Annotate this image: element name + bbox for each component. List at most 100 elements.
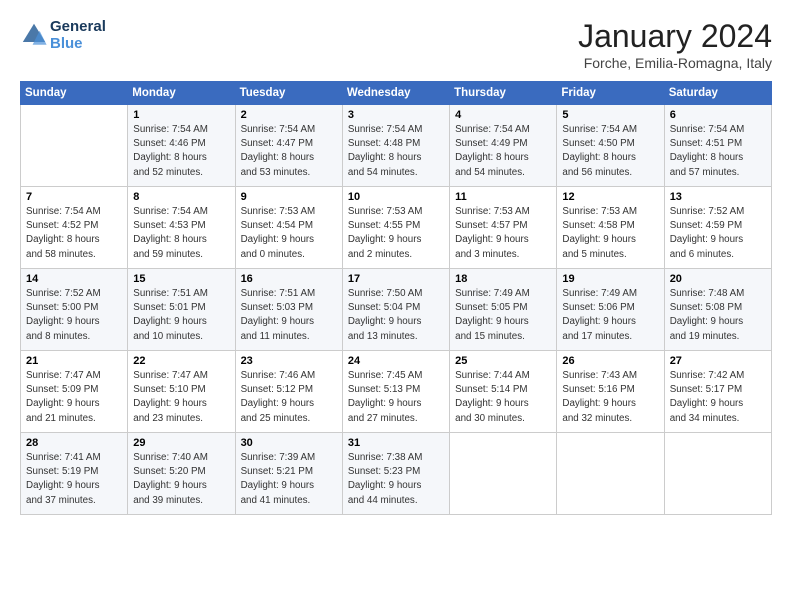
col-saturday: Saturday [664, 82, 771, 105]
day-cell: 20Sunrise: 7:48 AM Sunset: 5:08 PM Dayli… [664, 269, 771, 351]
day-cell: 29 Sunrise: 7:40 AM Sunset: 5:20 PM Dayli… [128, 433, 235, 515]
day-number: 8 [133, 191, 229, 203]
day-number: 13 [670, 191, 766, 203]
day-info: Sunrise: 7:38 AM Sunset: 5:23 PM Dayligh… [348, 451, 444, 508]
day-number: 1 [133, 109, 229, 121]
day-info: Sunrise: 7:39 AM Sunset: 5:21 PM Dayligh… [241, 451, 337, 508]
day-info: Sunrise: 7:53 AM Sunset: 4:55 PM Dayligh… [348, 205, 444, 262]
day-cell: 10 Sunrise: 7:53 AM Sunset: 4:55 PM Dayli… [342, 187, 449, 269]
col-sunday: Sunday [21, 82, 128, 105]
week-row-2: 14Sunrise: 7:52 AM Sunset: 5:00 PM Dayli… [21, 269, 772, 351]
day-cell [664, 433, 771, 515]
day-cell [21, 105, 128, 187]
day-number: 30 [241, 437, 337, 449]
day-cell: 26Sunrise: 7:43 AM Sunset: 5:16 PM Dayli… [557, 351, 664, 433]
day-number: 22 [133, 355, 229, 367]
header-row: Sunday Monday Tuesday Wednesday Thursday… [21, 82, 772, 105]
day-cell: 5 Sunrise: 7:54 AM Sunset: 4:50 PM Daylig… [557, 105, 664, 187]
day-number: 11 [455, 191, 551, 203]
day-info: Sunrise: 7:49 AM Sunset: 5:06 PM Dayligh… [562, 287, 658, 344]
day-info: Sunrise: 7:45 AM Sunset: 5:13 PM Dayligh… [348, 369, 444, 426]
day-cell: 17 Sunrise: 7:50 AM Sunset: 5:04 PM Dayli… [342, 269, 449, 351]
day-number: 5 [562, 109, 658, 121]
day-number: 20 [670, 273, 766, 285]
day-info: Sunrise: 7:54 AM Sunset: 4:49 PM Dayligh… [455, 123, 551, 180]
col-wednesday: Wednesday [342, 82, 449, 105]
calendar-body: 1 Sunrise: 7:54 AM Sunset: 4:46 PM Daylig… [21, 105, 772, 515]
day-cell: 9Sunrise: 7:53 AM Sunset: 4:54 PM Daylig… [235, 187, 342, 269]
day-cell: 18Sunrise: 7:49 AM Sunset: 5:05 PM Dayli… [450, 269, 557, 351]
day-info: Sunrise: 7:40 AM Sunset: 5:20 PM Dayligh… [133, 451, 229, 508]
day-info: Sunrise: 7:43 AM Sunset: 5:16 PM Dayligh… [562, 369, 658, 426]
col-friday: Friday [557, 82, 664, 105]
logo-text: General Blue [50, 18, 106, 52]
day-cell: 12 Sunrise: 7:53 AM Sunset: 4:58 PM Dayli… [557, 187, 664, 269]
day-number: 23 [241, 355, 337, 367]
day-number: 16 [241, 273, 337, 285]
day-number: 7 [26, 191, 122, 203]
day-info: Sunrise: 7:53 AM Sunset: 4:57 PM Dayligh… [455, 205, 551, 262]
location: Forche, Emilia-Romagna, Italy [578, 55, 772, 71]
day-cell: 2 Sunrise: 7:54 AM Sunset: 4:47 PM Daylig… [235, 105, 342, 187]
day-cell: 30 Sunrise: 7:39 AM Sunset: 5:21 PM Dayli… [235, 433, 342, 515]
day-cell: 13Sunrise: 7:52 AM Sunset: 4:59 PM Dayli… [664, 187, 771, 269]
day-info: Sunrise: 7:47 AM Sunset: 5:09 PM Dayligh… [26, 369, 122, 426]
day-cell: 7 Sunrise: 7:54 AM Sunset: 4:52 PM Daylig… [21, 187, 128, 269]
day-cell: 21 Sunrise: 7:47 AM Sunset: 5:09 PM Dayli… [21, 351, 128, 433]
day-info: Sunrise: 7:49 AM Sunset: 5:05 PM Dayligh… [455, 287, 551, 344]
day-cell: 4Sunrise: 7:54 AM Sunset: 4:49 PM Daylig… [450, 105, 557, 187]
day-cell: 11 Sunrise: 7:53 AM Sunset: 4:57 PM Dayli… [450, 187, 557, 269]
day-info: Sunrise: 7:50 AM Sunset: 5:04 PM Dayligh… [348, 287, 444, 344]
day-cell: 27 Sunrise: 7:42 AM Sunset: 5:17 PM Dayli… [664, 351, 771, 433]
day-cell [557, 433, 664, 515]
calendar-table: Sunday Monday Tuesday Wednesday Thursday… [20, 81, 772, 515]
day-number: 10 [348, 191, 444, 203]
col-thursday: Thursday [450, 82, 557, 105]
day-info: Sunrise: 7:54 AM Sunset: 4:50 PM Dayligh… [562, 123, 658, 180]
title-block: January 2024 Forche, Emilia-Romagna, Ita… [578, 18, 772, 71]
day-number: 27 [670, 355, 766, 367]
week-row-0: 1 Sunrise: 7:54 AM Sunset: 4:46 PM Daylig… [21, 105, 772, 187]
col-tuesday: Tuesday [235, 82, 342, 105]
week-row-4: 28Sunrise: 7:41 AM Sunset: 5:19 PM Dayli… [21, 433, 772, 515]
day-info: Sunrise: 7:42 AM Sunset: 5:17 PM Dayligh… [670, 369, 766, 426]
day-info: Sunrise: 7:54 AM Sunset: 4:52 PM Dayligh… [26, 205, 122, 262]
day-info: Sunrise: 7:54 AM Sunset: 4:53 PM Dayligh… [133, 205, 229, 262]
day-number: 25 [455, 355, 551, 367]
logo: General Blue [20, 18, 106, 52]
day-info: Sunrise: 7:53 AM Sunset: 4:54 PM Dayligh… [241, 205, 337, 262]
day-cell: 23Sunrise: 7:46 AM Sunset: 5:12 PM Dayli… [235, 351, 342, 433]
day-number: 31 [348, 437, 444, 449]
day-info: Sunrise: 7:54 AM Sunset: 4:51 PM Dayligh… [670, 123, 766, 180]
logo-icon [20, 21, 48, 49]
day-cell: 16Sunrise: 7:51 AM Sunset: 5:03 PM Dayli… [235, 269, 342, 351]
page: General Blue January 2024 Forche, Emilia… [0, 0, 792, 525]
day-number: 12 [562, 191, 658, 203]
day-info: Sunrise: 7:44 AM Sunset: 5:14 PM Dayligh… [455, 369, 551, 426]
day-info: Sunrise: 7:54 AM Sunset: 4:46 PM Dayligh… [133, 123, 229, 180]
day-cell: 28Sunrise: 7:41 AM Sunset: 5:19 PM Dayli… [21, 433, 128, 515]
day-number: 24 [348, 355, 444, 367]
day-number: 2 [241, 109, 337, 121]
day-info: Sunrise: 7:53 AM Sunset: 4:58 PM Dayligh… [562, 205, 658, 262]
day-number: 15 [133, 273, 229, 285]
month-title: January 2024 [578, 18, 772, 55]
week-row-1: 7 Sunrise: 7:54 AM Sunset: 4:52 PM Daylig… [21, 187, 772, 269]
day-cell: 1 Sunrise: 7:54 AM Sunset: 4:46 PM Daylig… [128, 105, 235, 187]
day-cell: 19 Sunrise: 7:49 AM Sunset: 5:06 PM Dayli… [557, 269, 664, 351]
day-number: 3 [348, 109, 444, 121]
day-number: 19 [562, 273, 658, 285]
day-number: 17 [348, 273, 444, 285]
day-number: 29 [133, 437, 229, 449]
day-number: 28 [26, 437, 122, 449]
day-number: 6 [670, 109, 766, 121]
day-cell: 31 Sunrise: 7:38 AM Sunset: 5:23 PM Dayli… [342, 433, 449, 515]
day-cell: 6 Sunrise: 7:54 AM Sunset: 4:51 PM Daylig… [664, 105, 771, 187]
day-cell: 8 Sunrise: 7:54 AM Sunset: 4:53 PM Daylig… [128, 187, 235, 269]
day-number: 21 [26, 355, 122, 367]
header: General Blue January 2024 Forche, Emilia… [20, 18, 772, 71]
day-info: Sunrise: 7:54 AM Sunset: 4:48 PM Dayligh… [348, 123, 444, 180]
day-info: Sunrise: 7:54 AM Sunset: 4:47 PM Dayligh… [241, 123, 337, 180]
day-cell: 25 Sunrise: 7:44 AM Sunset: 5:14 PM Dayli… [450, 351, 557, 433]
day-cell: 22Sunrise: 7:47 AM Sunset: 5:10 PM Dayli… [128, 351, 235, 433]
